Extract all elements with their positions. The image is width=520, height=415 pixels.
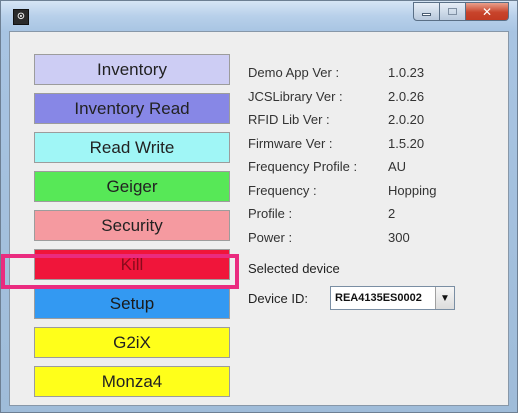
info-label: JCSLibrary Ver : xyxy=(248,88,343,104)
info-value: 2.0.26 xyxy=(388,88,425,104)
dropdown-arrow-icon[interactable]: ▼ xyxy=(435,287,454,309)
minimize-icon xyxy=(422,13,431,16)
maximize-button[interactable] xyxy=(440,2,466,21)
main-panel: Inventory Inventory Read Read Write Geiger S… xyxy=(9,31,509,406)
info-value: 2.0.20 xyxy=(388,112,425,127)
info-value: Hopping xyxy=(388,182,437,198)
nav-button-monza4[interactable]: Monza4 xyxy=(34,366,230,397)
maximize-icon xyxy=(448,8,457,15)
nav-button-kill[interactable]: Kill xyxy=(34,249,230,280)
info-label: Profile : xyxy=(248,206,293,221)
device-id-value: REA4135ES0002 xyxy=(335,292,422,304)
minimize-button[interactable] xyxy=(413,2,440,21)
info-label: Demo App Ver : xyxy=(248,65,340,80)
nav-button-setup[interactable]: Setup xyxy=(34,288,230,319)
nav-button-g2ix[interactable]: G2iX xyxy=(34,327,230,358)
device-id-select[interactable]: REA4135ES0002 ▼ xyxy=(330,286,455,310)
close-icon: ✕ xyxy=(481,4,493,19)
info-value: 1.0.23 xyxy=(388,65,425,80)
nav-button-read-write[interactable]: Read Write xyxy=(34,132,230,163)
window-controls: ✕ xyxy=(413,2,509,22)
info-value: 2 xyxy=(388,206,396,221)
info-label: RFID Lib Ver : xyxy=(248,112,330,127)
nav-button-security[interactable]: Security xyxy=(34,210,230,241)
nav-button-inventory[interactable]: Inventory xyxy=(34,54,230,85)
info-label: Power : xyxy=(248,229,293,245)
info-label: Firmware Ver : xyxy=(248,135,333,151)
app-window: ⊙ ✕ Inventory Inventory Read Read Write Gei… xyxy=(0,0,518,413)
info-label: Frequency Profile : xyxy=(248,159,358,174)
app-icon: ⊙ xyxy=(13,9,29,25)
title-bar[interactable]: ⊙ ✕ xyxy=(1,1,517,31)
selected-device-heading: Selected device xyxy=(248,261,340,276)
device-id-label: Device ID: xyxy=(248,291,308,306)
info-value: 300 xyxy=(388,229,410,245)
nav-button-geiger[interactable]: Geiger xyxy=(34,171,230,202)
info-value: 1.5.20 xyxy=(388,135,425,151)
close-button[interactable]: ✕ xyxy=(466,2,509,21)
nav-button-inventory-read[interactable]: Inventory Read xyxy=(34,93,230,124)
info-value: AU xyxy=(388,159,407,174)
info-label: Frequency : xyxy=(248,182,317,198)
